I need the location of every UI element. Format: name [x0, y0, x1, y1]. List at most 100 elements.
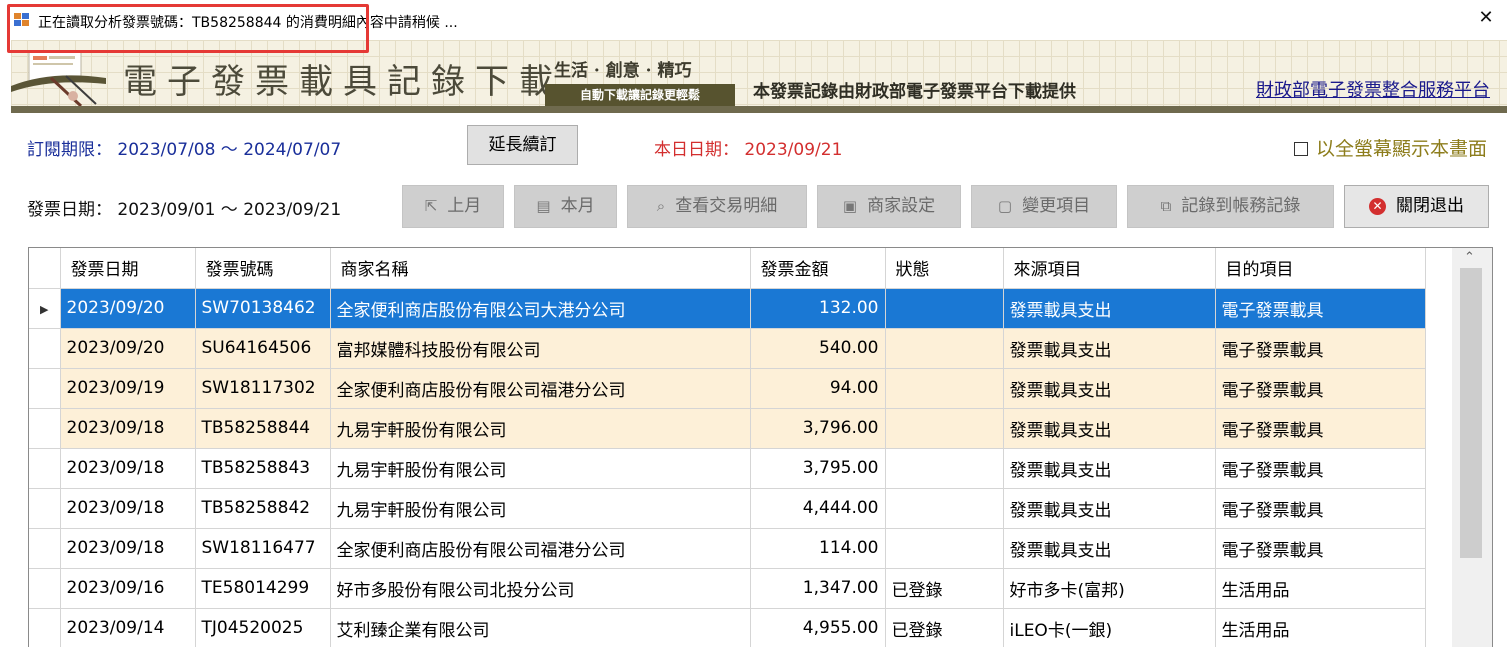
- cell-target[interactable]: 電子發票載具: [1215, 448, 1426, 489]
- table-row[interactable]: 2023/09/19 SW18117302 全家便利商店股份有限公司福港分公司 …: [29, 368, 1426, 409]
- table-row[interactable]: ▶ 2023/09/20 SW70138462 全家便利商店股份有限公司大港分公…: [29, 288, 1426, 329]
- cell-date[interactable]: 2023/09/18: [60, 448, 196, 489]
- table-row[interactable]: 2023/09/18 SW18116477 全家便利商店股份有限公司福港分公司 …: [29, 528, 1426, 569]
- cell-target[interactable]: 電子發票載具: [1215, 488, 1426, 529]
- cell-date[interactable]: 2023/09/16: [60, 568, 196, 609]
- table-row[interactable]: 2023/09/18 TB58258844 九易宇軒股份有限公司 3,796.0…: [29, 408, 1426, 449]
- cell-merchant[interactable]: 好市多股份有限公司北投分公司: [330, 568, 751, 609]
- row-header[interactable]: [29, 488, 61, 529]
- cell-status[interactable]: [885, 368, 1004, 409]
- change-item-button[interactable]: ▢ 變更項目: [971, 185, 1117, 228]
- cell-target[interactable]: 電子發票載具: [1215, 328, 1426, 369]
- cell-amount[interactable]: 3,795.00: [750, 448, 886, 489]
- table-row[interactable]: 2023/09/20 SU64164506 富邦媒體科技股份有限公司 540.0…: [29, 328, 1426, 369]
- cell-date[interactable]: 2023/09/20: [60, 288, 196, 329]
- cell-target[interactable]: 電子發票載具: [1215, 408, 1426, 449]
- cell-target[interactable]: 生活用品: [1215, 568, 1426, 609]
- cell-invoice-number[interactable]: TE58014299: [195, 568, 331, 609]
- row-header[interactable]: [29, 568, 61, 609]
- cell-source[interactable]: 好市多卡(富邦): [1003, 568, 1216, 609]
- row-header[interactable]: [29, 368, 61, 409]
- cell-status[interactable]: 已登錄: [885, 568, 1004, 609]
- cell-source[interactable]: 發票載具支出: [1003, 408, 1216, 449]
- cell-merchant[interactable]: 艾利臻企業有限公司: [330, 608, 751, 647]
- cell-invoice-number[interactable]: SW70138462: [195, 288, 331, 329]
- scroll-up-icon[interactable]: ⌃: [1464, 250, 1475, 265]
- cell-status[interactable]: 已登錄: [885, 608, 1004, 647]
- row-header[interactable]: [29, 448, 61, 489]
- cell-merchant[interactable]: 富邦媒體科技股份有限公司: [330, 328, 751, 369]
- cell-merchant[interactable]: 九易宇軒股份有限公司: [330, 448, 751, 489]
- cell-invoice-number[interactable]: SU64164506: [195, 328, 331, 369]
- cell-source[interactable]: 發票載具支出: [1003, 448, 1216, 489]
- cell-invoice-number[interactable]: TB58258843: [195, 448, 331, 489]
- cell-source[interactable]: 發票載具支出: [1003, 328, 1216, 369]
- close-exit-button[interactable]: ✕ 關閉退出: [1344, 185, 1489, 228]
- table-row[interactable]: 2023/09/18 TB58258842 九易宇軒股份有限公司 4,444.0…: [29, 488, 1426, 529]
- cell-source[interactable]: 發票載具支出: [1003, 368, 1216, 409]
- cell-source[interactable]: 發票載具支出: [1003, 488, 1216, 529]
- cell-target[interactable]: 電子發票載具: [1215, 528, 1426, 569]
- cell-amount[interactable]: 94.00: [750, 368, 886, 409]
- checkbox-icon[interactable]: [1293, 142, 1308, 156]
- cell-date[interactable]: 2023/09/18: [60, 528, 196, 569]
- cell-amount[interactable]: 132.00: [750, 288, 886, 329]
- column-header[interactable]: 商家名稱: [330, 248, 751, 289]
- cell-source[interactable]: 發票載具支出: [1003, 528, 1216, 569]
- cell-date[interactable]: 2023/09/18: [60, 408, 196, 449]
- cell-status[interactable]: [885, 448, 1004, 489]
- cell-merchant[interactable]: 全家便利商店股份有限公司福港分公司: [330, 368, 751, 409]
- row-header[interactable]: [29, 408, 61, 449]
- row-header[interactable]: [29, 328, 61, 369]
- column-header[interactable]: 目的項目: [1215, 248, 1426, 289]
- close-icon[interactable]: ✕: [1477, 9, 1495, 27]
- prev-month-button[interactable]: ⇱ 上月: [402, 185, 504, 228]
- einvoice-platform-link[interactable]: 財政部電子發票整合服務平台: [1256, 76, 1490, 102]
- merchant-settings-button[interactable]: ▣ 商家設定: [817, 185, 961, 228]
- cell-invoice-number[interactable]: SW18117302: [195, 368, 331, 409]
- invoice-grid[interactable]: 發票日期 發票號碼 商家名稱 發票金額 狀態 來源項目 目的項目 ▶ 2023/…: [28, 247, 1493, 647]
- cell-target[interactable]: 生活用品: [1215, 608, 1426, 647]
- table-row[interactable]: 2023/09/14 TJ04520025 艾利臻企業有限公司 4,955.00…: [29, 608, 1426, 647]
- cell-merchant[interactable]: 九易宇軒股份有限公司: [330, 488, 751, 529]
- cell-status[interactable]: [885, 328, 1004, 369]
- scrollbar-thumb[interactable]: [1460, 268, 1482, 558]
- cell-date[interactable]: 2023/09/14: [60, 608, 196, 647]
- this-month-button[interactable]: ▤ 本月: [514, 185, 617, 228]
- cell-target[interactable]: 電子發票載具: [1215, 288, 1426, 329]
- row-header[interactable]: [29, 608, 61, 647]
- cell-status[interactable]: [885, 408, 1004, 449]
- cell-merchant[interactable]: 九易宇軒股份有限公司: [330, 408, 751, 449]
- cell-source[interactable]: 發票載具支出: [1003, 288, 1216, 329]
- column-header[interactable]: 發票金額: [750, 248, 886, 289]
- row-header[interactable]: [29, 528, 61, 569]
- cell-invoice-number[interactable]: TB58258842: [195, 488, 331, 529]
- extend-subscription-button[interactable]: 延長續訂: [467, 125, 578, 165]
- cell-date[interactable]: 2023/09/19: [60, 368, 196, 409]
- fullscreen-checkbox[interactable]: 以全螢幕顯示本畫面: [1293, 134, 1487, 161]
- cell-merchant[interactable]: 全家便利商店股份有限公司福港分公司: [330, 528, 751, 569]
- cell-invoice-number[interactable]: TJ04520025: [195, 608, 331, 647]
- cell-amount[interactable]: 4,955.00: [750, 608, 886, 647]
- cell-amount[interactable]: 3,796.00: [750, 408, 886, 449]
- cell-status[interactable]: [885, 288, 1004, 329]
- cell-date[interactable]: 2023/09/18: [60, 488, 196, 529]
- vertical-scrollbar[interactable]: ⌃: [1452, 248, 1492, 647]
- cell-status[interactable]: [885, 528, 1004, 569]
- view-details-button[interactable]: ⌕ 查看交易明細: [627, 185, 807, 228]
- column-header[interactable]: 狀態: [885, 248, 1004, 289]
- cell-merchant[interactable]: 全家便利商店股份有限公司大港分公司: [330, 288, 751, 329]
- table-row[interactable]: 2023/09/18 TB58258843 九易宇軒股份有限公司 3,795.0…: [29, 448, 1426, 489]
- cell-amount[interactable]: 114.00: [750, 528, 886, 569]
- cell-amount[interactable]: 1,347.00: [750, 568, 886, 609]
- column-header[interactable]: 發票日期: [60, 248, 196, 289]
- cell-amount[interactable]: 540.00: [750, 328, 886, 369]
- cell-source[interactable]: iLEO卡(一銀): [1003, 608, 1216, 647]
- column-header[interactable]: 發票號碼: [195, 248, 331, 289]
- cell-invoice-number[interactable]: TB58258844: [195, 408, 331, 449]
- cell-amount[interactable]: 4,444.00: [750, 488, 886, 529]
- cell-status[interactable]: [885, 488, 1004, 529]
- cell-date[interactable]: 2023/09/20: [60, 328, 196, 369]
- record-to-ledger-button[interactable]: ⧉ 記錄到帳務記錄: [1127, 185, 1334, 228]
- cell-target[interactable]: 電子發票載具: [1215, 368, 1426, 409]
